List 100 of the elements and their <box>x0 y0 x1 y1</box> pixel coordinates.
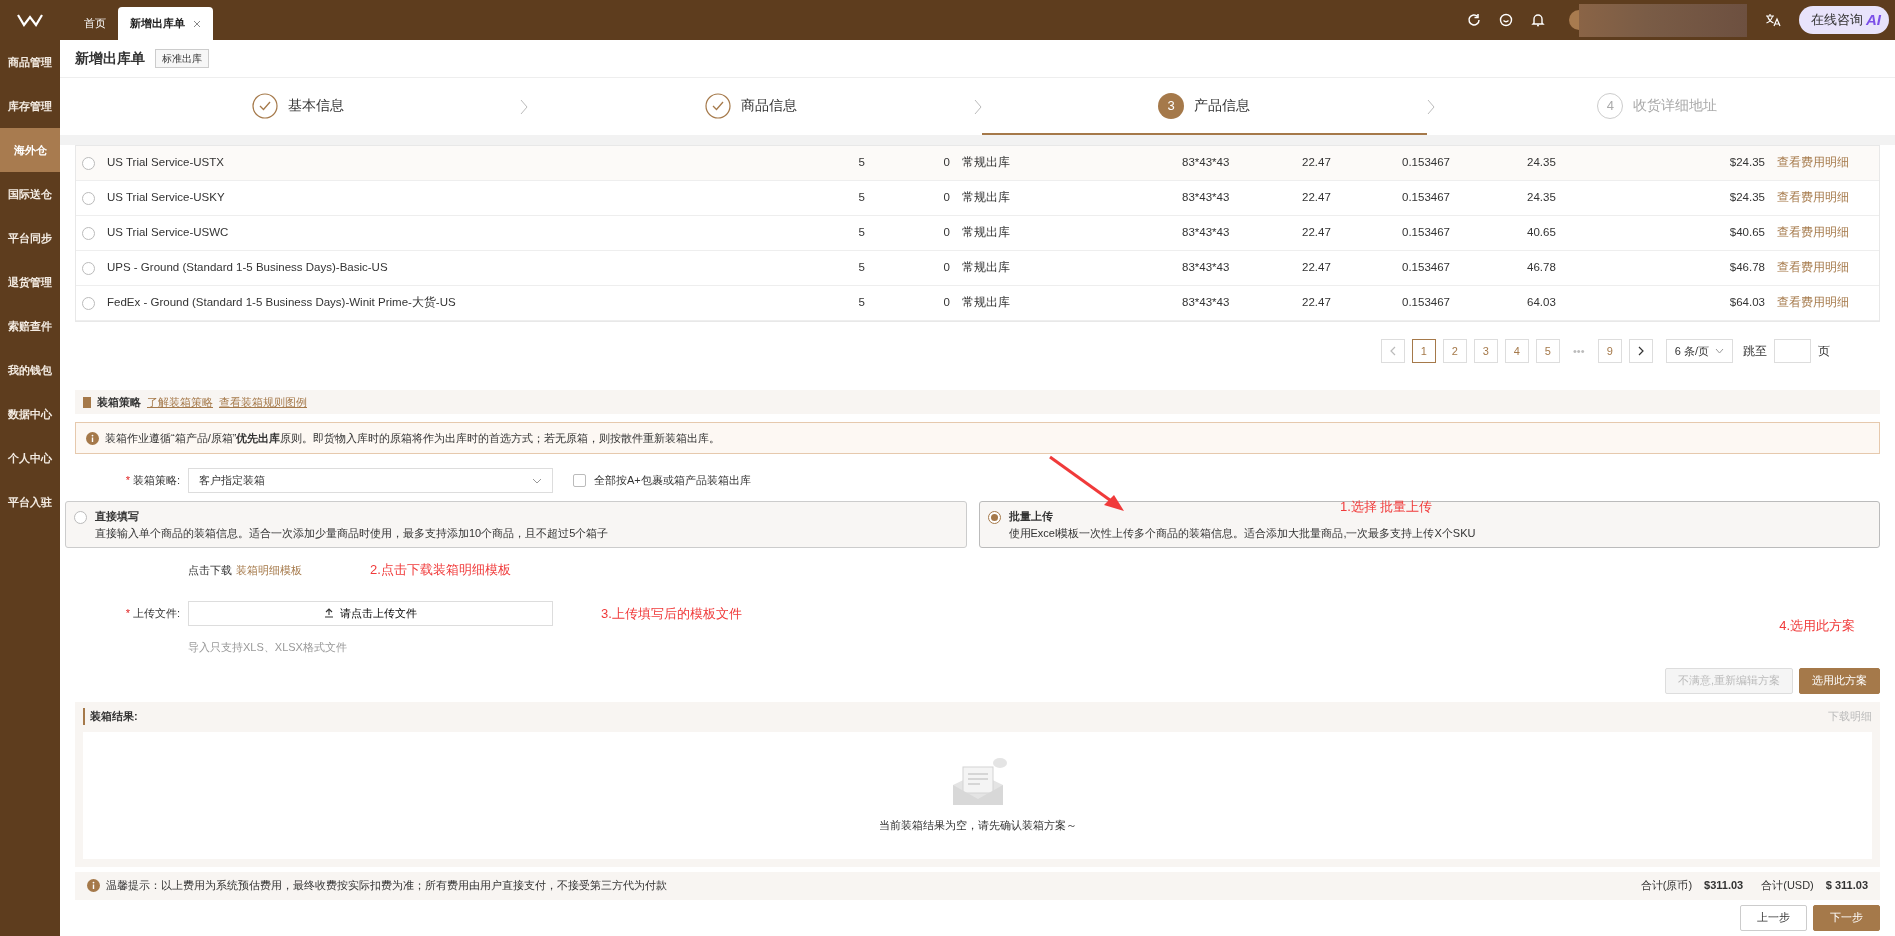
table-cell-text: UPS - Ground (Standard 1-5 Business Days)-Basic-US <box>106 260 389 276</box>
action-button[interactable]: 选用此方案 <box>1799 667 1880 694</box>
ai-label: AI <box>1866 9 1881 30</box>
page-button[interactable]: 3 <box>1473 339 1498 363</box>
sidebar-item[interactable]: 平台同步 <box>0 216 60 260</box>
refresh-icon[interactable] <box>1467 13 1481 27</box>
upload-icon <box>324 608 334 619</box>
template-download-link[interactable]: 装箱明细模板 <box>236 561 302 578</box>
table-cell-text: $40.65 <box>1728 225 1766 241</box>
annotation-text: 3.上传填写后的模板文件 <box>601 604 742 623</box>
notice-text: 装箱作业遵循“箱产品/原箱”优先出库原则。即货物入库时的原箱将作为出库时的首选方式；若无原箱，则按散件重新装箱出库。 <box>105 430 721 446</box>
bell-icon[interactable] <box>1531 13 1545 27</box>
section-title: 装箱策略 <box>97 394 141 410</box>
next-page-button[interactable] <box>1628 339 1653 363</box>
table-cell-text: 常规出库 <box>961 225 1011 241</box>
help-link[interactable]: 查看装箱规则图例 <box>219 393 307 411</box>
radio-button[interactable] <box>82 156 95 170</box>
caret-down-icon <box>1715 348 1724 354</box>
page-jump-field[interactable] <box>1774 339 1811 363</box>
page-button[interactable]: 5 <box>1535 339 1560 363</box>
table-cell-text: 常规出库 <box>961 190 1011 206</box>
option-description: 直接输入单个商品的装箱信息。适合一次添加少量商品时使用，最多支持添加10个商品，且不超过5个箱子 <box>95 525 610 541</box>
table-cell-text: 83*43*43 <box>1181 155 1231 171</box>
sidebar-item[interactable]: 库存管理 <box>0 84 60 128</box>
radio-button[interactable] <box>82 226 95 240</box>
page-button[interactable]: 1 <box>1411 339 1436 363</box>
fee-detail-link[interactable]: 查看费用明细 <box>1777 189 1849 207</box>
strategy-select[interactable]: 客户指定装箱 <box>188 468 553 493</box>
sidebar-item[interactable]: 国际送仓 <box>0 172 60 216</box>
upload-button[interactable]: 请点击上传文件 <box>188 600 553 626</box>
page-button[interactable]: 4 <box>1504 339 1529 363</box>
book-icon <box>83 396 91 408</box>
table-cell-text: 83*43*43 <box>1181 295 1231 311</box>
table-cell-text: $24.35 <box>1728 155 1766 171</box>
fee-detail-link[interactable]: 查看费用明细 <box>1777 259 1849 277</box>
step-button[interactable]: 下一步 <box>1813 904 1880 931</box>
sidebar-item[interactable]: 索赔查件 <box>0 304 60 348</box>
page-suffix: 页 <box>1818 343 1830 360</box>
checkbox-label: 全部按A+包裹或箱产品装箱出库 <box>594 473 751 489</box>
fee-detail-link[interactable]: 查看费用明细 <box>1777 154 1849 172</box>
translate-icon[interactable] <box>1765 13 1781 27</box>
page-button[interactable]: 9 <box>1597 339 1622 363</box>
sidebar-item[interactable]: 商品管理 <box>0 40 60 84</box>
page-size-select[interactable]: 6 条/页 <box>1665 339 1733 363</box>
checkbox[interactable] <box>573 474 586 487</box>
type-tag: 标准出库 <box>155 49 209 68</box>
radio-button[interactable] <box>82 296 95 310</box>
table-cell-text: 0.153467 <box>1401 155 1451 171</box>
table-cell-text: 0.153467 <box>1401 295 1451 311</box>
sidebar-item[interactable]: 个人中心 <box>0 436 60 480</box>
chevron-left-icon <box>1389 346 1396 356</box>
step[interactable]: 3 产品信息 <box>981 78 1427 135</box>
step[interactable]: 基本信息 <box>75 78 521 135</box>
check-circle-icon <box>251 92 278 119</box>
empty-state-text: 当前装箱结果为空，请先确认装箱方案～ <box>878 817 1077 833</box>
table-cell-text: 24.35 <box>1526 155 1557 171</box>
smiley-icon[interactable] <box>1499 13 1513 27</box>
option-card[interactable]: 直接填写 直接输入单个商品的装箱信息。适合一次添加少量商品时使用，最多支持添加10个商品，且不超过5个箱子 <box>65 501 967 548</box>
table-cell-text: 22.47 <box>1301 190 1332 206</box>
page-button[interactable]: 2 <box>1442 339 1467 363</box>
section-title: 装箱结果: <box>83 708 138 725</box>
required-mark: * <box>125 474 130 487</box>
table-cell-text: 常规出库 <box>961 260 1011 276</box>
field-label: 上传文件: <box>132 607 180 619</box>
radio-button[interactable] <box>82 191 95 205</box>
sidebar-item[interactable]: 数据中心 <box>0 392 60 436</box>
tab[interactable]: 新增出库单 <box>118 7 213 40</box>
help-link[interactable]: 了解装箱策略 <box>147 393 213 411</box>
table-cell-text: 83*43*43 <box>1181 225 1231 241</box>
table-cell-text: 5 <box>857 190 866 206</box>
table-cell-text: 0 <box>942 295 951 311</box>
radio-button[interactable] <box>82 261 95 275</box>
sidebar-item[interactable]: 海外仓 <box>0 128 60 172</box>
step[interactable]: 商品信息 <box>528 78 974 135</box>
chevron-right-icon <box>520 98 529 115</box>
sidebar-item[interactable]: 我的钱包 <box>0 348 60 392</box>
caret-down-icon <box>532 477 542 484</box>
annotation-text: 2.点击下载装箱明细模板 <box>370 561 511 579</box>
radio-button[interactable] <box>74 511 87 524</box>
table-cell-text: 22.47 <box>1301 155 1332 171</box>
ai-consult-button[interactable]: 在线咨询 AI <box>1799 6 1889 34</box>
table-cell-text: 5 <box>857 295 866 311</box>
fee-detail-link[interactable]: 查看费用明细 <box>1777 294 1849 312</box>
table-cell-text: $64.03 <box>1728 295 1766 311</box>
jump-label: 跳至 <box>1743 343 1767 360</box>
prev-page-button[interactable] <box>1380 339 1405 363</box>
step-button[interactable]: 上一步 <box>1740 904 1807 931</box>
close-icon[interactable] <box>193 19 201 28</box>
tab[interactable]: 首页 <box>72 7 118 40</box>
sidebar-item[interactable]: 退货管理 <box>0 260 60 304</box>
table-cell-text: 常规出库 <box>961 295 1011 311</box>
table-cell-text: 22.47 <box>1301 260 1332 276</box>
table-cell-text: 5 <box>857 260 866 276</box>
radio-button[interactable] <box>987 511 1001 524</box>
fee-detail-link[interactable]: 查看费用明细 <box>1777 224 1849 242</box>
page-title: 新增出库单 <box>75 49 145 68</box>
table-cell-text: 83*43*43 <box>1181 190 1231 206</box>
table-cell-text: 64.03 <box>1526 295 1557 311</box>
sidebar-item[interactable]: 平台入驻 <box>0 480 60 524</box>
table-cell-text: $46.78 <box>1728 260 1766 276</box>
